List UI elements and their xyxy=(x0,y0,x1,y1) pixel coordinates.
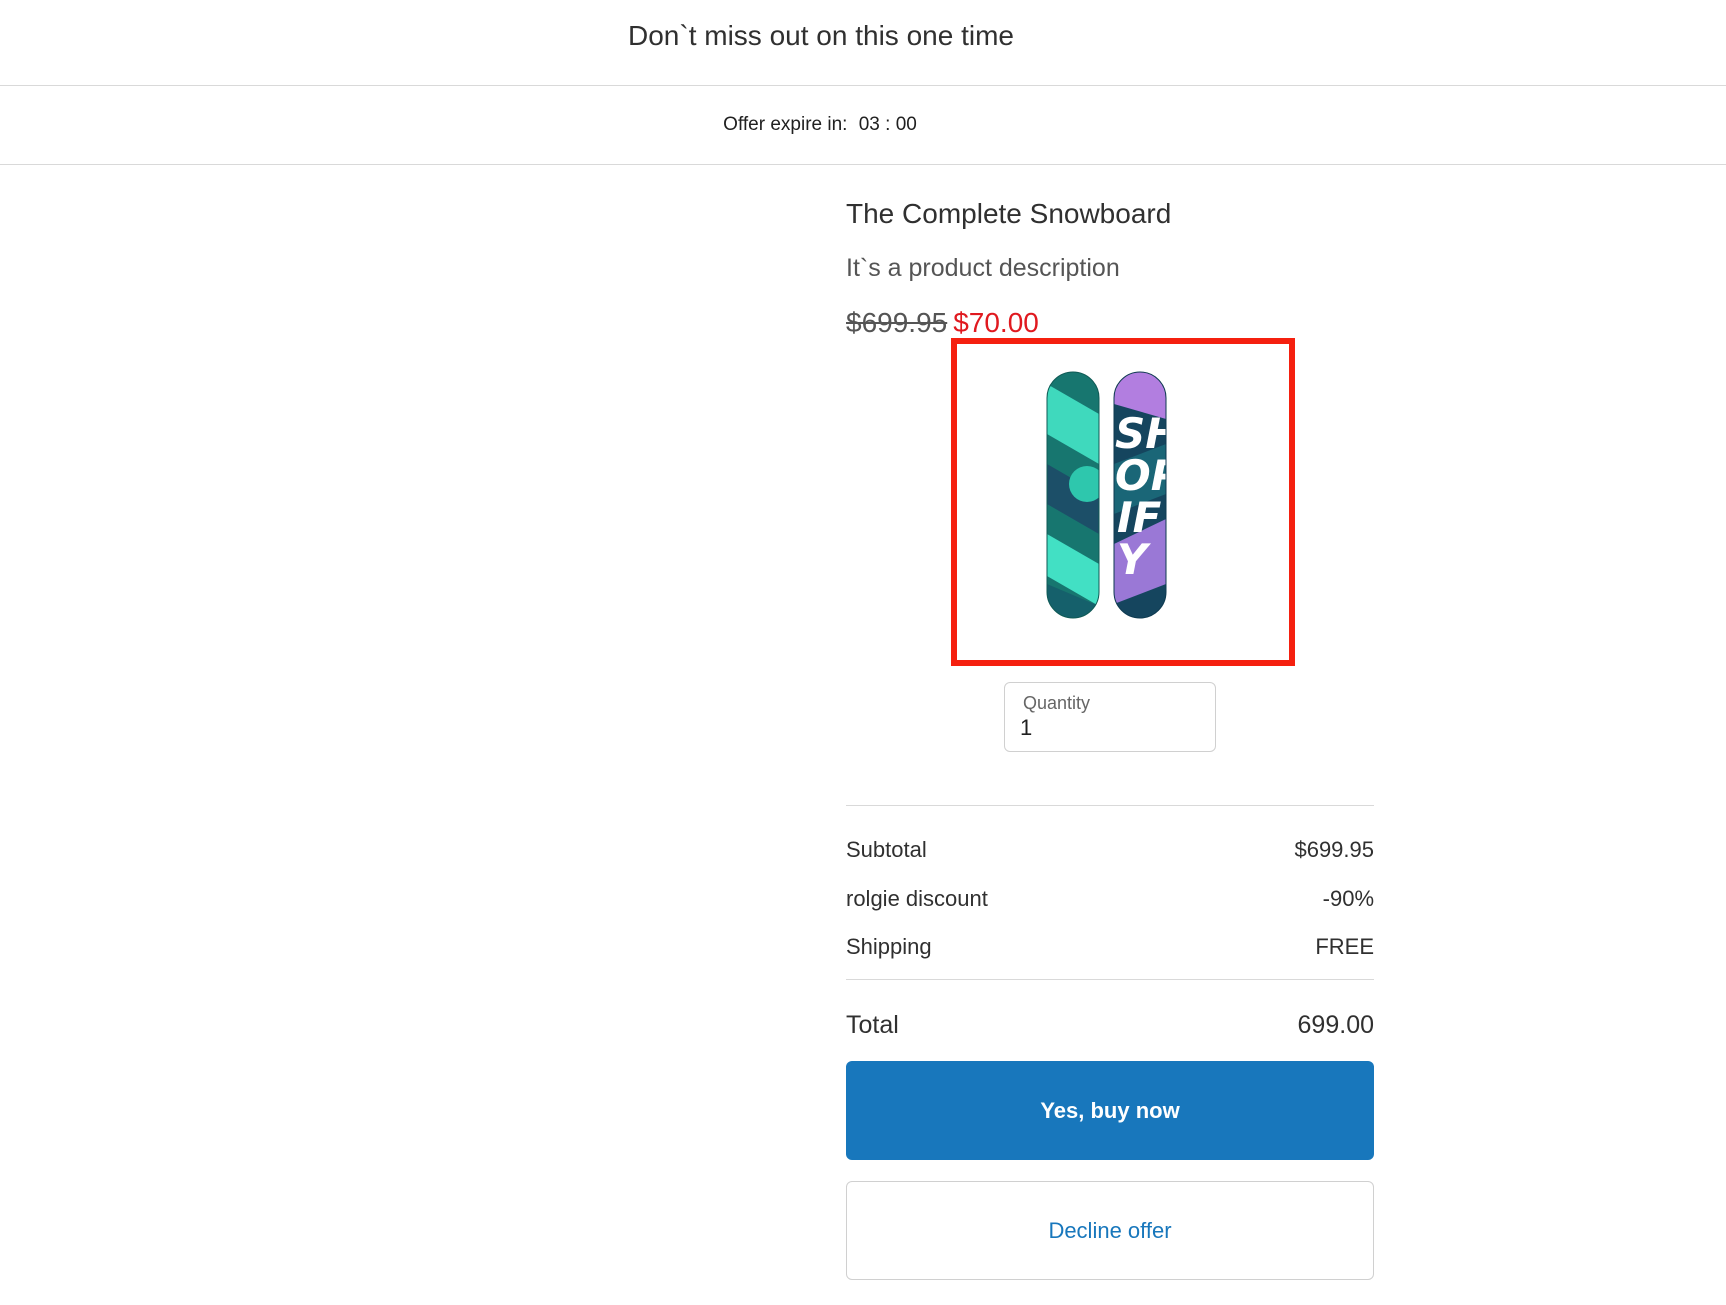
offer-timer: Offer expire in: 03 : 00 xyxy=(723,114,917,136)
product-description: It`s a product description xyxy=(846,254,1120,282)
original-price: $699.95 xyxy=(846,307,948,338)
header-bar: Don`t miss out on this one time xyxy=(0,0,1726,86)
shipping-row: Shipping FREE xyxy=(846,934,1374,960)
subtotal-value: $699.95 xyxy=(1294,837,1374,862)
sale-price: $70.00 xyxy=(953,307,1039,338)
total-value: 699.00 xyxy=(1297,1011,1374,1039)
product-title: The Complete Snowboard xyxy=(846,198,1172,229)
decline-offer-button[interactable]: Decline offer xyxy=(846,1181,1374,1280)
quantity-input[interactable] xyxy=(1020,715,1200,741)
total-label: Total xyxy=(846,1011,899,1039)
summary-divider-top xyxy=(846,805,1374,806)
snowboard-left xyxy=(1047,372,1099,618)
timer-label: Offer expire in: xyxy=(723,114,848,135)
timer-value: 03 : 00 xyxy=(858,114,917,135)
discount-label: rolgie discount xyxy=(846,886,988,911)
product-image-highlight: SH OP IF Y xyxy=(951,338,1295,666)
subtotal-row: Subtotal $699.95 xyxy=(846,837,1374,863)
snowboard-right: SH OP IF Y xyxy=(1114,372,1166,618)
buy-now-button[interactable]: Yes, buy now xyxy=(846,1061,1374,1160)
discount-value: -90% xyxy=(1322,886,1374,911)
price-row: $699.95 $70.00 xyxy=(846,307,1039,339)
snowboard-product-image: SH OP IF Y xyxy=(1046,371,1167,619)
total-row: Total 699.00 xyxy=(846,1011,1374,1040)
board-text-4: Y xyxy=(1117,535,1151,584)
discount-row: rolgie discount -90% xyxy=(846,886,1374,912)
quantity-field[interactable]: Quantity xyxy=(1004,682,1216,752)
subtotal-label: Subtotal xyxy=(846,837,927,862)
page-title: Don`t miss out on this one time xyxy=(628,19,1014,51)
quantity-label: Quantity xyxy=(1023,693,1091,713)
timer-bar: Offer expire in: 03 : 00 xyxy=(0,86,1726,165)
upsell-page: Don`t miss out on this one time Offer ex… xyxy=(0,0,1726,1305)
shipping-label: Shipping xyxy=(846,934,932,959)
shipping-value: FREE xyxy=(1315,934,1374,959)
summary-divider-bottom xyxy=(846,979,1374,980)
